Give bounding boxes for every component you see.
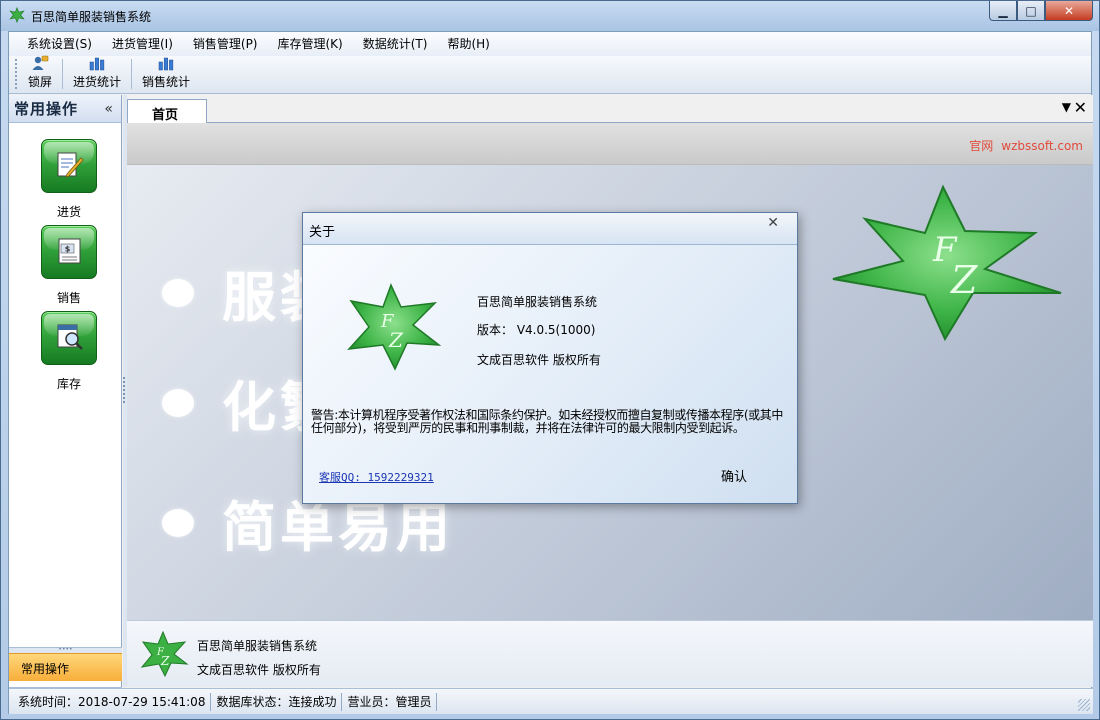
tab-close-icon[interactable]: ✕ bbox=[1074, 98, 1087, 117]
copyright-text: 文成百思软件 版权所有 bbox=[197, 663, 321, 677]
search-document-icon bbox=[57, 324, 83, 350]
close-button[interactable]: ✕ bbox=[1045, 1, 1093, 21]
invoice-dollar-icon: $ bbox=[58, 238, 81, 264]
official-site-link[interactable]: 官网 wzbssoft.com bbox=[969, 137, 1083, 154]
toolbar: 锁屏 进货统计 销售统计 bbox=[9, 55, 1091, 94]
menu-statistics[interactable]: 数据统计(T) bbox=[353, 32, 438, 56]
menu-bar: 系统设置(S) 进货管理(I) 销售管理(P) 库存管理(K) 数据统计(T) … bbox=[9, 32, 1091, 56]
nav-inventory-button[interactable]: 库存 bbox=[40, 311, 98, 392]
sales-stats-button[interactable]: 销售统计 bbox=[136, 55, 196, 93]
left-panel-header: 常用操作 « bbox=[9, 95, 121, 123]
purchase-stats-label: 进货统计 bbox=[73, 75, 122, 89]
small-star-logo-icon: F Z bbox=[140, 631, 189, 677]
about-dialog-title: 关于 bbox=[309, 225, 336, 240]
tab-home[interactable]: 首页 bbox=[127, 99, 207, 124]
toolbar-separator bbox=[131, 59, 133, 89]
svg-text:Z: Z bbox=[388, 328, 404, 352]
svg-text:$: $ bbox=[65, 245, 71, 254]
about-dialog-titlebar[interactable]: 关于 ✕ bbox=[303, 213, 797, 245]
resize-grip[interactable] bbox=[1078, 699, 1090, 711]
dialog-product-name: 百思简单服装销售系统 bbox=[477, 295, 598, 309]
tab-strip: 首页 ▼ ✕ bbox=[127, 95, 1093, 124]
inventory-tile bbox=[41, 311, 97, 365]
official-site-label: 官网 bbox=[969, 139, 994, 153]
toolbar-separator bbox=[62, 59, 64, 89]
status-db-state: 数据库状态：连接成功 bbox=[211, 692, 343, 711]
menu-sales[interactable]: 销售管理(P) bbox=[183, 32, 268, 56]
bar-chart-icon bbox=[158, 57, 174, 71]
bar-chart-icon bbox=[89, 57, 105, 71]
lock-user-icon bbox=[32, 55, 49, 70]
menu-help[interactable]: 帮助(H) bbox=[437, 32, 499, 56]
maximize-button[interactable]: □ bbox=[1017, 1, 1045, 21]
ok-button[interactable]: 确认 bbox=[721, 466, 747, 485]
menu-inventory[interactable]: 库存管理(K) bbox=[268, 32, 353, 56]
collapse-panel-button[interactable]: « bbox=[104, 101, 113, 117]
menu-purchase[interactable]: 进货管理(I) bbox=[102, 32, 183, 56]
sales-stats-label: 销售统计 bbox=[142, 75, 191, 89]
info-band: F Z 百思简单服装销售系统 文成百思软件 版权所有 bbox=[127, 620, 1093, 687]
lock-screen-label: 锁屏 bbox=[28, 75, 53, 89]
dialog-close-icon[interactable]: ✕ bbox=[767, 215, 779, 231]
document-edit-icon bbox=[57, 152, 84, 178]
nav-sales-button[interactable]: $ 销售 bbox=[40, 225, 98, 306]
svg-text:Z: Z bbox=[950, 258, 978, 302]
bullet-dot bbox=[162, 508, 194, 537]
left-panel-title: 常用操作 bbox=[14, 100, 79, 118]
header-band: 官网 wzbssoft.com bbox=[127, 123, 1093, 165]
menu-system-settings[interactable]: 系统设置(S) bbox=[17, 32, 102, 56]
product-name: 百思简单服装销售系统 bbox=[197, 639, 318, 653]
section-common-operations[interactable]: 常用操作 bbox=[9, 653, 122, 681]
support-qq-link[interactable]: 客服QQ: 1592229321 bbox=[319, 469, 434, 485]
nav-sales-label: 销售 bbox=[56, 291, 81, 305]
dialog-warning-text: 警告:本计算机程序受著作权法和国际条约保护。如未经授权而擅自复制或传播本程序(或… bbox=[311, 408, 783, 435]
status-bar: 系统时间：2018-07-29 15:41:08 数据库状态：连接成功 营业员：… bbox=[9, 688, 1093, 714]
bullet-dot bbox=[162, 278, 194, 307]
status-system-time: 系统时间：2018-07-29 15:41:08 bbox=[13, 692, 212, 711]
app-logo-icon bbox=[9, 7, 25, 23]
large-star-logo-icon: F Z bbox=[832, 184, 1062, 342]
official-site-url: wzbssoft.com bbox=[1001, 139, 1083, 153]
purchase-stats-button[interactable]: 进货统计 bbox=[67, 55, 127, 93]
tab-list-icon[interactable]: ▼ bbox=[1062, 100, 1071, 114]
dialog-copyright: 文成百思软件 版权所有 bbox=[477, 353, 601, 367]
about-dialog: 关于 ✕ F Z 百思简单服装销售系统 版本： V4.0.5(1000) 文成百… bbox=[302, 212, 798, 504]
dialog-star-logo-icon: F Z bbox=[347, 283, 441, 371]
window-title: 百思简单服装销售系统 bbox=[31, 10, 152, 24]
title-bar[interactable]: 百思简单服装销售系统 ▁ □ ✕ bbox=[1, 1, 1099, 31]
about-dialog-body: F Z 百思简单服装销售系统 版本： V4.0.5(1000) 文成百思软件 版… bbox=[303, 245, 797, 503]
bullet-dot bbox=[162, 388, 194, 417]
nav-purchase-button[interactable]: 进货 bbox=[40, 139, 98, 220]
nav-purchase-label: 进货 bbox=[56, 205, 81, 219]
left-nav-panel: 常用操作 « 进货 $ 销售 库存 •••• 常用操作 bbox=[9, 95, 122, 713]
lock-screen-button[interactable]: 锁屏 bbox=[22, 55, 58, 93]
dialog-version: 版本： V4.0.5(1000) bbox=[477, 323, 596, 337]
status-operator: 营业员：管理员 bbox=[342, 692, 438, 711]
nav-inventory-label: 库存 bbox=[56, 377, 81, 391]
sales-tile: $ bbox=[41, 225, 97, 279]
toolbar-grip[interactable] bbox=[15, 59, 18, 89]
purchase-tile bbox=[41, 139, 97, 193]
minimize-button[interactable]: ▁ bbox=[989, 1, 1017, 21]
svg-text:Z: Z bbox=[160, 654, 170, 668]
